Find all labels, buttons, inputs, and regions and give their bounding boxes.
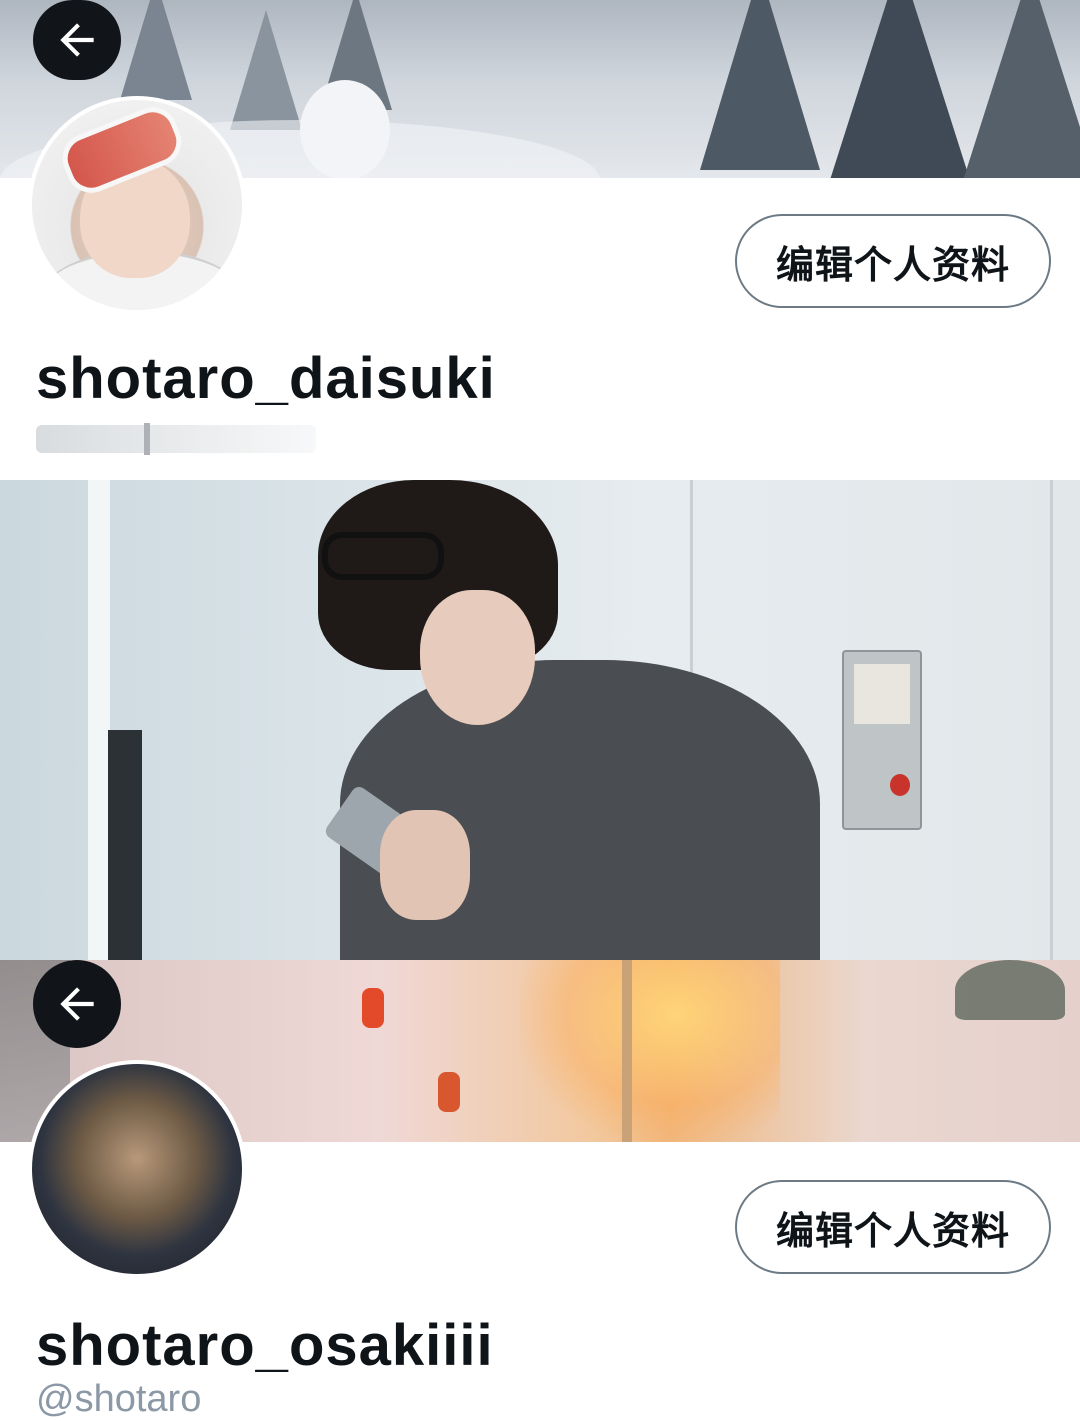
avatar[interactable] [28, 1060, 246, 1278]
avatar[interactable] [28, 96, 246, 314]
edit-profile-button[interactable]: 编辑个人资料 [735, 214, 1051, 308]
profile-username: shotaro_daisuki [36, 346, 496, 411]
back-button[interactable] [33, 960, 121, 1048]
edit-profile-button[interactable]: 编辑个人资料 [735, 1180, 1051, 1274]
content-photo [0, 480, 1080, 960]
profile-handle-blurred [36, 423, 316, 455]
profile-username: shotaro_osakiiii [36, 1313, 494, 1378]
back-button[interactable] [33, 0, 121, 80]
arrow-left-icon [60, 23, 94, 57]
arrow-left-icon [60, 987, 94, 1021]
